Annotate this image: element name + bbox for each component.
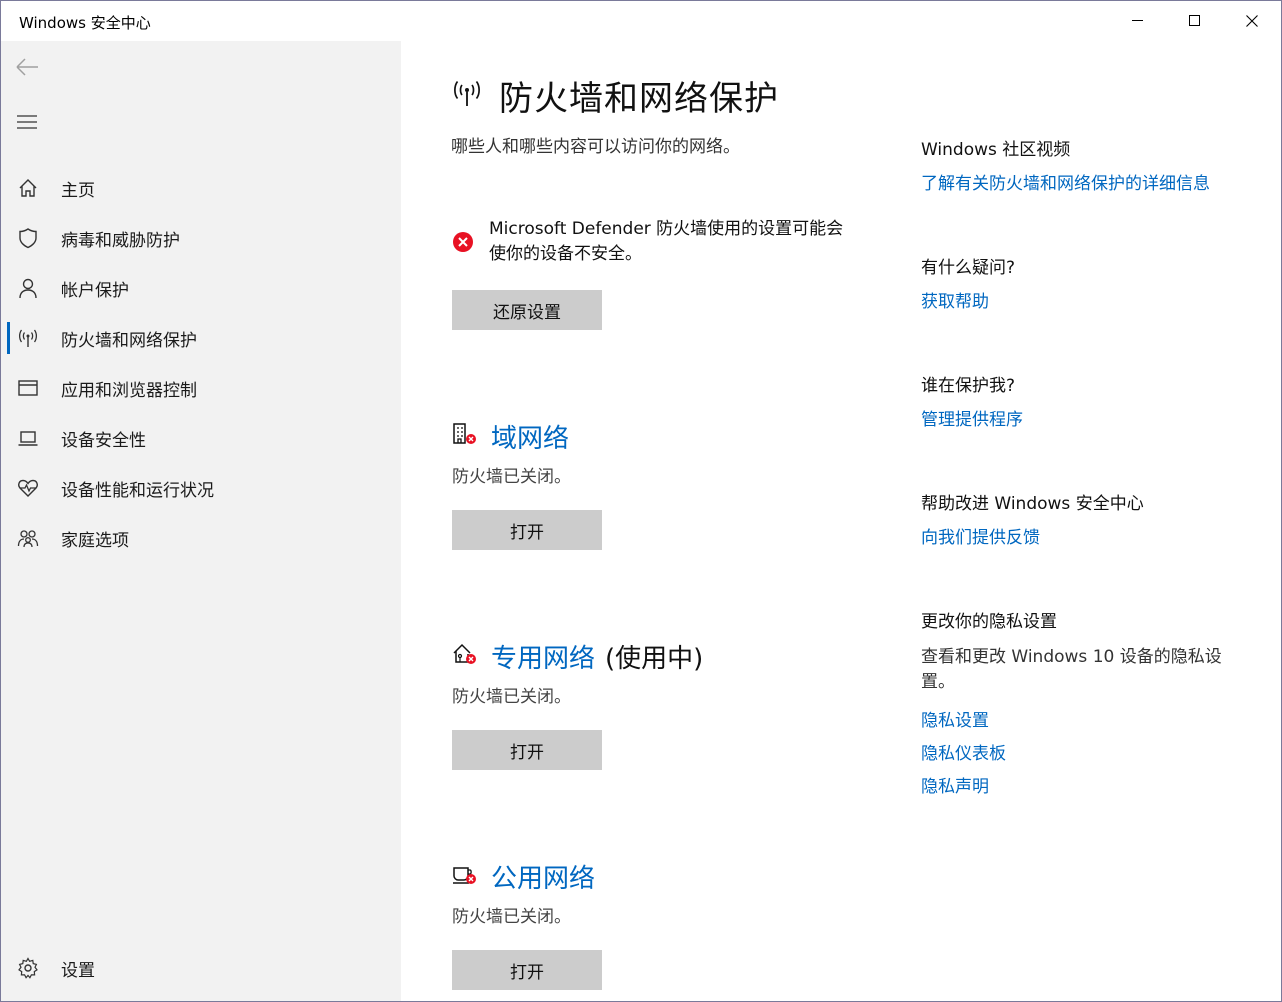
sidebar-item-settings[interactable]: 设置 [1, 944, 401, 992]
community-video-link[interactable]: 了解有关防火墙和网络保护的详细信息 [921, 169, 1210, 194]
shield-icon [17, 227, 39, 249]
back-arrow-icon [16, 58, 38, 76]
domain-network-status: 防火墙已关闭。 [452, 467, 571, 487]
warning-message: Microsoft Defender 防火墙使用的设置可能会 使你的设备不安全。 [489, 217, 889, 267]
sidebar-item-label: 帐户保护 [61, 281, 129, 301]
sidebar-item-label: 病毒和威胁防护 [61, 231, 180, 251]
hamburger-icon [17, 115, 37, 129]
question-heading: 有什么疑问? [921, 258, 1016, 278]
sidebar-item-home[interactable]: 主页 [1, 164, 401, 212]
antenna-icon [451, 77, 483, 109]
privacy-heading: 更改你的隐私设置 [921, 612, 1057, 632]
gear-icon [17, 957, 39, 979]
community-heading: Windows 社区视频 [921, 140, 1071, 160]
active-indicator [7, 322, 10, 354]
sidebar-item-family[interactable]: 家庭选项 [1, 514, 401, 562]
feedback-link[interactable]: 向我们提供反馈 [921, 523, 1040, 548]
domain-network-icon [452, 422, 478, 446]
network-name[interactable]: 专用网络 [491, 644, 595, 674]
privacy-dashboard-link[interactable]: 隐私仪表板 [921, 739, 1006, 764]
sidebar-item-label: 家庭选项 [61, 531, 129, 551]
manage-providers-link[interactable]: 管理提供程序 [921, 405, 1023, 430]
close-icon [1245, 15, 1258, 27]
error-icon [452, 231, 474, 253]
antenna-icon [17, 327, 39, 349]
improve-heading: 帮助改进 Windows 安全中心 [921, 494, 1144, 514]
settings-label: 设置 [61, 961, 95, 981]
back-button[interactable] [15, 57, 41, 77]
private-network-status: 防火墙已关闭。 [452, 687, 571, 707]
window-title: Windows 安全中心 [19, 14, 151, 32]
home-icon [17, 177, 39, 199]
sidebar-item-label: 设备性能和运行状况 [61, 481, 214, 501]
privacy-statement-link[interactable]: 隐私声明 [921, 772, 989, 797]
title-bar: Windows 安全中心 [1, 1, 1281, 41]
private-turn-on-button[interactable]: 打开 [452, 730, 602, 770]
app-window: Windows 安全中心 主页 病毒和威胁防护 帐户保护 防火墙和网络保护 应用… [0, 0, 1282, 1002]
sidebar-item-label: 应用和浏览器控制 [61, 381, 197, 401]
person-icon [17, 277, 39, 299]
privacy-description: 查看和更改 Windows 10 设备的隐私设置。 [921, 647, 1222, 692]
maximize-icon [1188, 15, 1200, 26]
sidebar: 主页 病毒和威胁防护 帐户保护 防火墙和网络保护 应用和浏览器控制 设备安全性 … [1, 41, 401, 1001]
minimize-icon [1131, 20, 1143, 21]
sidebar-item-label: 防火墙和网络保护 [61, 331, 197, 351]
warning-line-1: Microsoft Defender 防火墙使用的设置可能会 [489, 219, 844, 239]
domain-turn-on-button[interactable]: 打开 [452, 510, 602, 550]
privacy-settings-link[interactable]: 隐私设置 [921, 706, 989, 731]
sidebar-item-account-protection[interactable]: 帐户保护 [1, 264, 401, 312]
sidebar-item-app-browser[interactable]: 应用和浏览器控制 [1, 364, 401, 412]
maximize-button[interactable] [1166, 1, 1223, 41]
who-protects-heading: 谁在保护我? [921, 376, 1016, 396]
page-subtitle: 哪些人和哪些内容可以访问你的网络。 [451, 137, 740, 157]
right-panel: Windows 社区视频 了解有关防火墙和网络保护的详细信息 有什么疑问? 获取… [921, 41, 1261, 1001]
get-help-link[interactable]: 获取帮助 [921, 287, 989, 312]
public-network-link[interactable]: 公用网络 [491, 858, 595, 895]
sidebar-item-device-performance[interactable]: 设备性能和运行状况 [1, 464, 401, 512]
sidebar-item-label: 主页 [61, 181, 95, 201]
restore-settings-button[interactable]: 还原设置 [452, 290, 602, 330]
close-button[interactable] [1223, 1, 1280, 41]
private-network-link[interactable]: 专用网络 (使用中) [491, 638, 703, 675]
sidebar-item-virus-protection[interactable]: 病毒和威胁防护 [1, 214, 401, 262]
sidebar-item-firewall[interactable]: 防火墙和网络保护 [1, 314, 401, 362]
sidebar-item-label: 设备安全性 [61, 431, 146, 451]
laptop-icon [17, 427, 39, 449]
minimize-button[interactable] [1109, 1, 1166, 41]
public-turn-on-button[interactable]: 打开 [452, 950, 602, 990]
public-network-status: 防火墙已关闭。 [452, 907, 571, 927]
sidebar-item-device-security[interactable]: 设备安全性 [1, 414, 401, 462]
in-use-label: (使用中) [605, 644, 704, 674]
page-title: 防火墙和网络保护 [499, 79, 779, 119]
public-network-icon [452, 862, 478, 886]
network-name[interactable]: 域网络 [491, 424, 569, 454]
domain-network-link[interactable]: 域网络 [491, 418, 569, 455]
main-content: 防火墙和网络保护 哪些人和哪些内容可以访问你的网络。 Microsoft Def… [401, 41, 881, 1001]
browser-window-icon [17, 377, 39, 399]
heart-pulse-icon [17, 477, 39, 499]
menu-toggle-button[interactable] [17, 114, 39, 130]
private-network-icon [452, 642, 478, 666]
warning-line-2: 使你的设备不安全。 [489, 244, 642, 264]
family-icon [17, 527, 39, 549]
network-name[interactable]: 公用网络 [491, 864, 595, 894]
